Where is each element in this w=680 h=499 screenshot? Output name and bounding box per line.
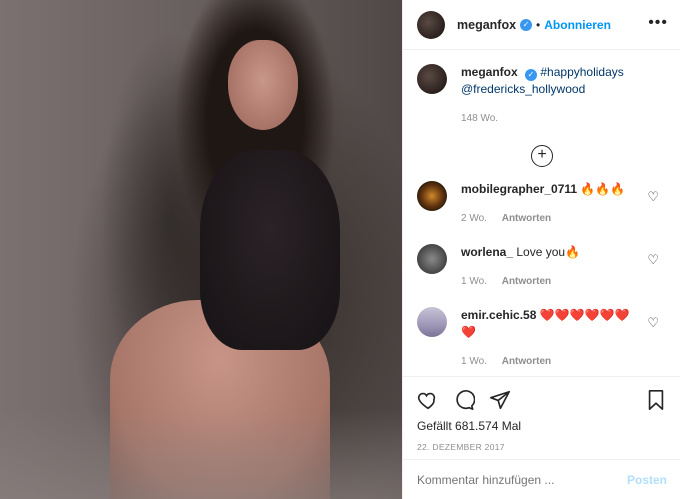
comment-username[interactable]: emir.cehic.58	[461, 308, 536, 322]
caption-row: meganfox ✓ #happyholidays @fredericks_ho…	[417, 64, 667, 127]
verified-badge-icon: ✓	[525, 69, 538, 81]
comments-section: meganfox ✓ #happyholidays @fredericks_ho…	[403, 50, 680, 376]
comment-text: Love you🔥	[516, 245, 581, 259]
comment-icon[interactable]	[453, 389, 476, 415]
add-comment-bar: Posten	[403, 459, 680, 499]
comment-row: mobilegrapher_0711 🔥🔥🔥 2 Wo. Antworten ♡	[417, 181, 667, 227]
share-icon[interactable]	[489, 389, 511, 415]
author-username[interactable]: meganfox	[457, 18, 516, 32]
comment-input[interactable]	[417, 472, 627, 487]
photo-figure-face	[228, 40, 298, 130]
comment-age[interactable]: 1 Wo.	[461, 356, 487, 367]
more-dots-icon[interactable]: •••	[648, 14, 668, 32]
comment-like-heart-icon[interactable]: ♡	[647, 189, 659, 205]
comment-row: worlena_ Love you🔥 1 Wo. Antworten ♡	[417, 244, 667, 290]
post-modal: meganfox ✓ • Abonnieren ••• meganfox ✓ #…	[0, 0, 680, 499]
comment-avatar[interactable]	[417, 181, 447, 211]
caption-hashtag[interactable]: #happyholidays	[540, 65, 623, 79]
likes-count[interactable]: Gefällt 681.574 Mal	[403, 419, 680, 433]
post-comment-button[interactable]: Posten	[627, 473, 667, 487]
action-icons	[403, 377, 680, 417]
verified-badge-icon: ✓	[520, 18, 533, 31]
comment-username[interactable]: worlena_	[461, 245, 513, 259]
comment-age[interactable]: 1 Wo.	[461, 276, 487, 287]
post-actions: Gefällt 681.574 Mal 22. DEZEMBER 2017 Po…	[403, 376, 680, 499]
caption-meta: 148 Wo.	[461, 110, 624, 127]
post-date[interactable]: 22. DEZEMBER 2017	[403, 442, 680, 452]
caption-mention[interactable]: @fredericks_hollywood	[461, 82, 585, 96]
heart-icon[interactable]	[417, 389, 439, 415]
caption-age[interactable]: 148 Wo.	[461, 113, 498, 124]
comment-body: emir.cehic.58 ❤️❤️❤️❤️❤️❤️❤️ 1 Wo. Antwo…	[461, 307, 641, 370]
reply-button[interactable]: Antworten	[502, 356, 551, 367]
photo-figure-body	[200, 150, 340, 350]
post-photo[interactable]	[0, 0, 402, 499]
comment-body: mobilegrapher_0711 🔥🔥🔥 2 Wo. Antworten	[461, 181, 625, 227]
caption-avatar[interactable]	[417, 64, 447, 94]
comment-meta: 1 Wo. Antworten	[461, 273, 580, 290]
caption-username[interactable]: meganfox	[461, 65, 518, 79]
reply-button[interactable]: Antworten	[502, 276, 551, 287]
follow-button[interactable]: Abonnieren	[544, 18, 611, 32]
comment-meta: 2 Wo. Antworten	[461, 210, 625, 227]
comment-age[interactable]: 2 Wo.	[461, 213, 487, 224]
side-panel: meganfox ✓ • Abonnieren ••• meganfox ✓ #…	[402, 0, 680, 499]
comment-like-heart-icon[interactable]: ♡	[647, 315, 659, 331]
comment-body: worlena_ Love you🔥 1 Wo. Antworten	[461, 244, 580, 290]
author-avatar[interactable]	[417, 10, 445, 39]
header-separator: •	[536, 17, 541, 32]
post-header: meganfox ✓ • Abonnieren •••	[403, 0, 680, 50]
caption-text: meganfox ✓ #happyholidays @fredericks_ho…	[461, 64, 624, 127]
comment-meta: 1 Wo. Antworten	[461, 353, 641, 370]
plus-circle-icon[interactable]: +	[531, 145, 553, 167]
bookmark-icon[interactable]	[645, 389, 667, 415]
comment-avatar[interactable]	[417, 307, 447, 337]
comment-text: 🔥🔥🔥	[580, 182, 626, 196]
comment-like-heart-icon[interactable]: ♡	[647, 252, 659, 268]
comment-username[interactable]: mobilegrapher_0711	[461, 182, 577, 196]
comment-row: emir.cehic.58 ❤️❤️❤️❤️❤️❤️❤️ 1 Wo. Antwo…	[417, 307, 667, 370]
photo-floor	[0, 409, 402, 499]
reply-button[interactable]: Antworten	[502, 213, 551, 224]
comment-avatar[interactable]	[417, 244, 447, 274]
